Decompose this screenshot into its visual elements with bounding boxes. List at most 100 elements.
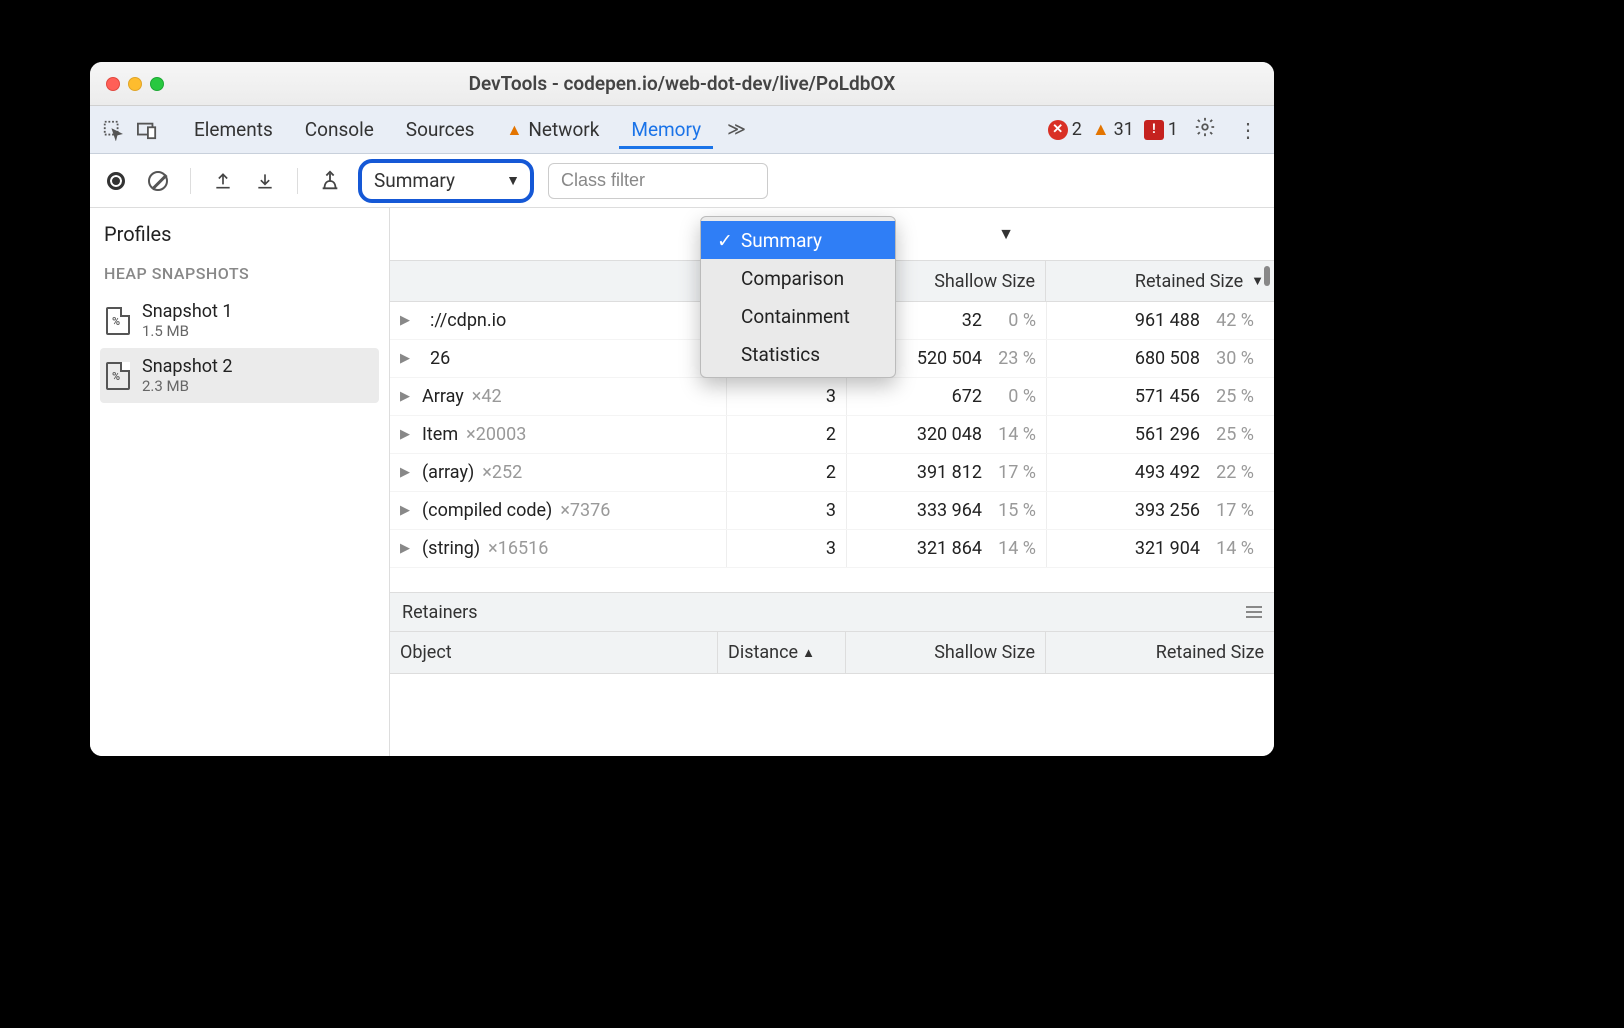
retainers-table-header: Object Distance ▲ Shallow Size Retained … [390, 632, 1274, 674]
scrollbar-thumb[interactable] [1264, 266, 1270, 286]
constructor-suffix: 26 [430, 348, 450, 369]
ret-col-object[interactable]: Object [390, 632, 718, 673]
constructor-name: (array) [422, 462, 474, 483]
disclosure-triangle-icon[interactable]: ▶ [400, 503, 414, 518]
instance-count: ×252 [482, 462, 522, 483]
col-retained-size[interactable]: Retained Size ▼ [1046, 261, 1274, 301]
more-tabs-icon[interactable]: ≫ [721, 119, 752, 140]
record-button[interactable] [102, 167, 130, 195]
ret-col-retained[interactable]: Retained Size [1046, 632, 1274, 673]
collect-garbage-icon[interactable] [316, 167, 344, 195]
retained-size-value: 961 488 [1135, 310, 1200, 331]
settings-icon[interactable] [1188, 116, 1222, 143]
retainers-menu-icon[interactable] [1246, 606, 1262, 618]
disclosure-triangle-icon[interactable]: ▶ [400, 389, 414, 404]
retained-size-value: 321 904 [1135, 538, 1200, 559]
distance-value: 3 [826, 500, 836, 521]
constructor-name: Array [422, 386, 464, 407]
warnings-count: 31 [1114, 119, 1134, 140]
dropdown-item-summary[interactable]: ✓ Summary [701, 221, 895, 259]
view-dropdown: ✓ Summary Comparison Containment Statist… [700, 216, 896, 378]
distance-value: 2 [826, 424, 836, 445]
constructor-name: (string) [422, 538, 480, 559]
panel-tabs: Elements Console Sources ▲ Network Memor… [90, 106, 1274, 154]
retainers-title: Retainers [402, 602, 478, 623]
instance-count: ×7376 [560, 500, 610, 521]
disclosure-triangle-icon[interactable]: ▶ [400, 427, 414, 442]
disclosure-triangle-icon[interactable]: ▶ [400, 541, 414, 556]
dropdown-item-statistics[interactable]: Statistics [701, 335, 895, 373]
instance-count: ×42 [472, 386, 502, 407]
import-icon[interactable] [251, 167, 279, 195]
retained-size-pct: 14 % [1210, 538, 1254, 559]
table-row[interactable]: ▶(string)×165163321 86414 %321 90414 % [390, 530, 1274, 568]
issues-count: 1 [1168, 119, 1178, 140]
view-select-label: Summary [368, 169, 498, 192]
sidebar-item-snapshot-1[interactable]: Snapshot 1 1.5 MB [100, 293, 379, 348]
main-area: Profiles HEAP SNAPSHOTS Snapshot 1 1.5 M… [90, 208, 1274, 756]
export-icon[interactable] [209, 167, 237, 195]
titlebar: DevTools - codepen.io/web-dot-dev/live/P… [90, 62, 1274, 106]
ret-col-distance[interactable]: Distance ▲ [718, 632, 846, 673]
snapshot-size: 1.5 MB [142, 322, 232, 340]
sidebar-item-snapshot-2[interactable]: Snapshot 2 2.3 MB [100, 348, 379, 403]
col-constructor[interactable] [390, 261, 726, 301]
dropdown-item-label: Statistics [741, 343, 820, 366]
disclosure-triangle-icon[interactable]: ▶ [400, 465, 414, 480]
warnings-badge[interactable]: ▲ 31 [1092, 119, 1134, 140]
retained-size-pct: 17 % [1210, 500, 1254, 521]
retained-size-pct: 22 % [1210, 462, 1254, 483]
tab-network[interactable]: ▲ Network [494, 110, 611, 149]
shallow-size-value: 391 812 [917, 462, 982, 483]
col-retained-label: Retained Size [1135, 271, 1243, 292]
dropdown-item-containment[interactable]: Containment [701, 297, 895, 335]
retained-size-pct: 42 % [1210, 310, 1254, 331]
warning-icon: ▲ [1092, 119, 1110, 140]
table-row[interactable]: ▶(compiled code)×73763333 96415 %393 256… [390, 492, 1274, 530]
retained-size-pct: 30 % [1210, 348, 1254, 369]
device-toolbar-icon[interactable] [134, 117, 160, 143]
shallow-size-pct: 0 % [992, 310, 1036, 331]
tab-console[interactable]: Console [293, 110, 386, 149]
class-filter-input[interactable] [548, 163, 768, 199]
tab-elements[interactable]: Elements [182, 110, 285, 149]
distance-value: 3 [826, 538, 836, 559]
disclosure-triangle-icon[interactable]: ▶ [400, 313, 414, 328]
retainers-body [390, 674, 1274, 756]
caret-down-icon[interactable]: ▼ [998, 224, 1014, 244]
ret-col-distance-label: Distance [728, 642, 798, 663]
shallow-size-pct: 23 % [992, 348, 1036, 369]
errors-badge[interactable]: ✕ 2 [1048, 119, 1082, 140]
dropdown-item-label: Containment [741, 305, 850, 328]
constructor-suffix: ://cdpn.io [430, 310, 506, 331]
table-row[interactable]: ▶Item×200032320 04814 %561 29625 % [390, 416, 1274, 454]
disclosure-triangle-icon[interactable]: ▶ [400, 351, 414, 366]
tab-memory[interactable]: Memory [619, 110, 713, 149]
shallow-size-value: 32 [962, 310, 982, 331]
issues-badge[interactable]: ! 1 [1144, 119, 1178, 140]
divider [297, 168, 298, 194]
kebab-menu-icon[interactable]: ⋮ [1232, 118, 1264, 142]
tab-network-label: Network [528, 118, 599, 141]
ret-col-shallow[interactable]: Shallow Size [846, 632, 1046, 673]
retained-size-value: 680 508 [1135, 348, 1200, 369]
table-row[interactable]: ▶Array×4236720 %571 45625 % [390, 378, 1274, 416]
dropdown-item-label: Comparison [741, 267, 844, 290]
tab-sources[interactable]: Sources [394, 110, 487, 149]
status-badges: ✕ 2 ▲ 31 ! 1 ⋮ [1048, 116, 1264, 143]
inspect-icon[interactable] [100, 117, 126, 143]
retained-size-value: 493 492 [1135, 462, 1200, 483]
dropdown-item-comparison[interactable]: Comparison [701, 259, 895, 297]
issue-icon: ! [1144, 120, 1164, 140]
clear-button[interactable] [144, 167, 172, 195]
retained-size-pct: 25 % [1210, 386, 1254, 407]
view-select[interactable]: Summary ▼ [358, 159, 534, 203]
shallow-size-pct: 14 % [992, 538, 1036, 559]
instance-count: ×16516 [488, 538, 548, 559]
table-row[interactable]: ▶(array)×2522391 81217 %493 49222 % [390, 454, 1274, 492]
shallow-size-pct: 0 % [992, 386, 1036, 407]
divider [190, 168, 191, 194]
snapshot-file-icon [106, 307, 130, 335]
profiles-sidebar: Profiles HEAP SNAPSHOTS Snapshot 1 1.5 M… [90, 208, 390, 756]
retained-size-pct: 25 % [1210, 424, 1254, 445]
